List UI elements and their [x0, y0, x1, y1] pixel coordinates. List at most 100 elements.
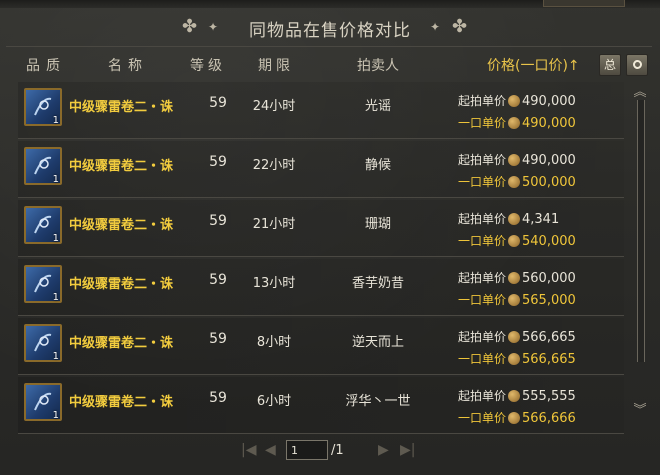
buyout-price: 一口单价 565,000: [458, 291, 576, 308]
start-price-value: 566,665: [522, 330, 576, 345]
page-number-input[interactable]: [286, 440, 328, 460]
item-count: 1: [52, 233, 59, 244]
buyout-price-label: 一口单价: [458, 116, 507, 130]
item-name: 中级骤雷卷二・诛: [69, 100, 174, 115]
last-page-icon[interactable]: ▶|: [400, 442, 415, 458]
item-seller: 静候: [364, 158, 391, 173]
start-price: 起拍单价 555,555: [458, 387, 576, 404]
buyout-price-label: 一口单价: [458, 411, 507, 425]
buyout-price-value: 540,000: [522, 234, 576, 249]
table-row[interactable]: 1 中级骤雷卷二・诛 59 22小时 静候 起拍单价 490,000 一口单价 50…: [18, 141, 624, 198]
start-price: 起拍单价 4,341: [458, 210, 559, 227]
chevron-up-icon[interactable]: ︽: [630, 86, 650, 100]
item-time-left: 24小时: [252, 99, 296, 114]
item-level: 59: [209, 390, 227, 406]
start-price-value: 560,000: [522, 271, 576, 286]
coin-icon: [508, 235, 520, 247]
start-price-value: 490,000: [522, 94, 576, 109]
table-row[interactable]: 1 中级骤雷卷二・诛 59 6小时 浮华丶一世 起拍单价 555,555 一口单价…: [18, 377, 624, 434]
item-count: 1: [52, 351, 59, 362]
coin-icon: [508, 176, 520, 188]
item-seller: 光谣: [364, 99, 391, 114]
table-row[interactable]: 1 中级骤雷卷二・诛 59 8小时 逆天而上 起拍单价 566,665 一口单价 5…: [18, 318, 624, 375]
item-time-left: 22小时: [252, 158, 296, 173]
coin-icon: [508, 353, 520, 365]
buyout-price: 一口单价 540,000: [458, 232, 576, 249]
page-total: /1: [331, 443, 344, 458]
unit-price-toggle-button[interactable]: [626, 54, 648, 76]
header-seller[interactable]: 拍卖人: [357, 55, 399, 75]
prev-page-icon[interactable]: ◀: [265, 442, 276, 458]
scroll-item-icon[interactable]: 1: [24, 265, 62, 303]
top-bar: [0, 0, 660, 8]
start-price-value: 490,000: [522, 153, 576, 168]
start-price-value: 4,341: [522, 212, 560, 227]
buyout-price: 一口单价 490,000: [458, 114, 576, 131]
column-header: 品质 名称 等级 期限 拍卖人 价格(一口价)↑: [0, 50, 660, 76]
start-price-label: 起拍单价: [458, 153, 507, 167]
ornament-icon: ✤: [452, 16, 468, 37]
start-price-label: 起拍单价: [458, 94, 507, 108]
start-price: 起拍单价 490,000: [458, 92, 576, 109]
panel-title: 同物品在售价格对比: [249, 21, 411, 41]
scroll-item-icon[interactable]: 1: [24, 206, 62, 244]
start-price: 起拍单价 490,000: [458, 151, 576, 168]
scroll-item-icon[interactable]: 1: [24, 147, 62, 185]
item-name: 中级骤雷卷二・诛: [69, 159, 174, 174]
item-level: 59: [209, 331, 227, 347]
start-price-label: 起拍单价: [458, 389, 507, 403]
item-time-left: 13小时: [252, 276, 296, 291]
title-row: ✤ ✦ 同物品在售价格对比 ✦ ✤: [0, 8, 660, 46]
buyout-price-value: 490,000: [522, 116, 576, 131]
table-row[interactable]: 1 中级骤雷卷二・诛 59 13小时 香芋奶昔 起拍单价 560,000 一口单价…: [18, 259, 624, 316]
coin-icon: [508, 390, 520, 402]
item-time-left: 21小时: [252, 217, 296, 232]
start-price: 起拍单价 560,000: [458, 269, 576, 286]
header-time[interactable]: 期限: [258, 55, 294, 75]
pagination: |◀ ◀ /1 ▶ ▶|: [0, 438, 660, 464]
item-name: 中级骤雷卷二・诛: [69, 277, 174, 292]
coin-icon: [508, 272, 520, 284]
start-price-label: 起拍单价: [458, 271, 507, 285]
header-name[interactable]: 名称: [108, 55, 148, 75]
coin-icon: [508, 294, 520, 306]
item-level: 59: [209, 213, 227, 229]
header-price-sort[interactable]: 价格(一口价)↑: [487, 55, 580, 75]
table-row[interactable]: 1 中级骤雷卷二・诛 59 21小时 珊瑚 起拍单价 4,341 一口单价 540,…: [18, 200, 624, 257]
scroll-item-icon[interactable]: 1: [24, 383, 62, 421]
first-page-icon[interactable]: |◀: [241, 442, 256, 458]
start-price-value: 555,555: [522, 389, 576, 404]
item-count: 1: [52, 292, 59, 303]
item-name: 中级骤雷卷二・诛: [69, 218, 174, 233]
item-name: 中级骤雷卷二・诛: [69, 336, 174, 351]
item-seller: 珊瑚: [364, 217, 391, 232]
ornament-icon: ✦: [430, 20, 441, 34]
buyout-price-value: 566,666: [522, 411, 576, 426]
item-level: 59: [209, 95, 227, 111]
divider: [6, 46, 652, 47]
header-quality[interactable]: 品质: [26, 55, 66, 75]
buyout-price: 一口单价 566,665: [458, 350, 576, 367]
item-seller: 香芋奶昔: [351, 276, 404, 291]
circle-icon: [632, 60, 642, 69]
chevron-down-icon[interactable]: ︾: [630, 404, 650, 418]
total-price-button[interactable]: 总: [599, 54, 621, 76]
item-count: 1: [52, 115, 59, 126]
scroll-item-icon[interactable]: 1: [24, 88, 62, 126]
top-tab[interactable]: [543, 0, 625, 7]
item-time-left: 6小时: [256, 394, 292, 409]
coin-icon: [508, 154, 520, 166]
start-price: 起拍单价 566,665: [458, 328, 576, 345]
item-name: 中级骤雷卷二・诛: [69, 395, 174, 410]
auction-price-compare-panel: ✤ ✦ 同物品在售价格对比 ✦ ✤ 品质 名称 等级 期限 拍卖人 价格(一口价…: [0, 0, 660, 475]
table-row[interactable]: 1 中级骤雷卷二・诛 59 24小时 光谣 起拍单价 490,000 一口单价 49…: [18, 82, 624, 139]
item-count: 1: [52, 174, 59, 185]
header-level[interactable]: 等级: [190, 55, 226, 75]
scrollbar[interactable]: [637, 100, 645, 362]
item-time-left: 8小时: [256, 335, 292, 350]
item-level: 59: [209, 272, 227, 288]
buyout-price: 一口单价 566,666: [458, 409, 576, 426]
item-seller: 浮华丶一世: [345, 394, 411, 409]
scroll-item-icon[interactable]: 1: [24, 324, 62, 362]
next-page-icon[interactable]: ▶: [378, 442, 389, 458]
